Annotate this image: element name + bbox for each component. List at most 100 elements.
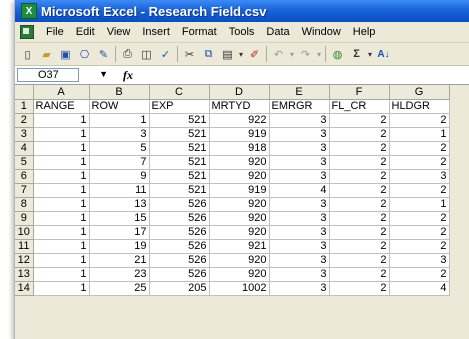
open-icon[interactable]: ▰	[37, 45, 56, 63]
cell[interactable]: 2	[329, 155, 390, 170]
cell[interactable]: ROW	[89, 99, 150, 114]
row-header[interactable]: 2	[15, 113, 34, 128]
cell[interactable]: 3	[269, 155, 330, 170]
cell[interactable]: 1	[33, 239, 90, 254]
row-header[interactable]: 13	[15, 267, 34, 282]
cell[interactable]: 521	[149, 183, 210, 198]
cell[interactable]: 19	[89, 239, 150, 254]
cell[interactable]: 7	[89, 155, 150, 170]
column-header-a[interactable]: A	[33, 85, 90, 100]
cell[interactable]: 920	[209, 197, 270, 212]
cell[interactable]: 3	[269, 281, 330, 296]
cell[interactable]: 3	[269, 267, 330, 282]
cell[interactable]: 9	[89, 169, 150, 184]
row-header[interactable]: 12	[15, 253, 34, 268]
cell[interactable]: 521	[149, 141, 210, 156]
row-header[interactable]: 10	[15, 225, 34, 240]
save-icon[interactable]: ▣	[56, 45, 75, 63]
cell[interactable]: 2	[389, 211, 450, 226]
cell[interactable]: 1	[33, 169, 90, 184]
menu-tools[interactable]: Tools	[223, 26, 261, 38]
cell[interactable]: 526	[149, 211, 210, 226]
cell[interactable]: 521	[149, 169, 210, 184]
cell[interactable]: 3	[269, 239, 330, 254]
menu-format[interactable]: Format	[176, 26, 223, 38]
cell[interactable]: 919	[209, 183, 270, 198]
row-header[interactable]: 5	[15, 155, 34, 170]
cell[interactable]: 3	[269, 197, 330, 212]
new-icon[interactable]: ▯	[18, 45, 37, 63]
cell[interactable]: 2	[329, 281, 390, 296]
cell[interactable]: 2	[389, 225, 450, 240]
undo-icon[interactable]: ↶	[269, 45, 288, 63]
cell[interactable]: 922	[209, 113, 270, 128]
cell[interactable]: 205	[149, 281, 210, 296]
cell[interactable]: 521	[149, 127, 210, 142]
autosum-icon[interactable]: Σ	[347, 45, 366, 63]
hyperlink-icon[interactable]: ◍	[328, 45, 347, 63]
cell[interactable]: 920	[209, 169, 270, 184]
cell[interactable]: 3	[269, 211, 330, 226]
cell[interactable]: 3	[269, 141, 330, 156]
cell[interactable]: 2	[329, 113, 390, 128]
row-header[interactable]: 11	[15, 239, 34, 254]
cell[interactable]: 3	[269, 253, 330, 268]
row-header[interactable]: 7	[15, 183, 34, 198]
row-header[interactable]: 8	[15, 197, 34, 212]
cell[interactable]: 13	[89, 197, 150, 212]
cell[interactable]: 3	[389, 253, 450, 268]
menu-data[interactable]: Data	[260, 26, 295, 38]
cell[interactable]: 2	[329, 239, 390, 254]
cell[interactable]: 920	[209, 267, 270, 282]
menu-insert[interactable]: Insert	[136, 26, 176, 38]
paste-icon[interactable]: ▤	[218, 45, 237, 63]
excel-app-icon[interactable]: X	[21, 3, 37, 19]
workbook-icon[interactable]	[20, 25, 34, 39]
menu-file[interactable]: File	[40, 26, 70, 38]
title-bar[interactable]: X Microsoft Excel - Research Field.csv	[15, 0, 469, 22]
print-preview-icon[interactable]: ◫	[137, 45, 156, 63]
cell[interactable]: EMRGR	[269, 99, 330, 114]
cell[interactable]: 1	[33, 225, 90, 240]
cell[interactable]: 1	[33, 267, 90, 282]
cell[interactable]: EXP	[149, 99, 210, 114]
cell[interactable]: 1	[389, 197, 450, 212]
cell[interactable]: 526	[149, 267, 210, 282]
format-painter-icon[interactable]: ✐	[245, 45, 264, 63]
redo-dropdown-icon[interactable]: ▾	[315, 45, 323, 63]
cell[interactable]: 526	[149, 225, 210, 240]
cell[interactable]: 2	[329, 225, 390, 240]
cell[interactable]: 11	[89, 183, 150, 198]
cell[interactable]: 3	[269, 169, 330, 184]
cell[interactable]: 3	[269, 113, 330, 128]
cell[interactable]: 2	[329, 141, 390, 156]
cell[interactable]: 2	[329, 211, 390, 226]
cell[interactable]: 1	[33, 211, 90, 226]
cell[interactable]: 1	[33, 197, 90, 212]
cell[interactable]: 23	[89, 267, 150, 282]
cell[interactable]: 2	[329, 253, 390, 268]
cell[interactable]: 1	[33, 141, 90, 156]
menu-view[interactable]: View	[101, 26, 137, 38]
menu-help[interactable]: Help	[347, 26, 382, 38]
sort-ascending-icon[interactable]: A↓	[374, 45, 393, 63]
cell[interactable]: 920	[209, 155, 270, 170]
spelling-icon[interactable]: ✓	[156, 45, 175, 63]
cell[interactable]: 1002	[209, 281, 270, 296]
row-header[interactable]: 6	[15, 169, 34, 184]
print-icon[interactable]: ⎙	[118, 45, 137, 63]
cell[interactable]: HLDGR	[389, 99, 450, 114]
cell[interactable]: 1	[33, 253, 90, 268]
copy-icon[interactable]: ⧉	[199, 45, 218, 63]
cell[interactable]: 2	[389, 141, 450, 156]
cell[interactable]: 1	[89, 113, 150, 128]
cell[interactable]: 1	[33, 155, 90, 170]
cell[interactable]: 15	[89, 211, 150, 226]
permission-icon[interactable]: ⎔	[75, 45, 94, 63]
cell[interactable]: 521	[149, 155, 210, 170]
cell[interactable]: 5	[89, 141, 150, 156]
cell[interactable]: 1	[33, 127, 90, 142]
autosum-dropdown-icon[interactable]: ▾	[366, 45, 374, 63]
cell[interactable]: 17	[89, 225, 150, 240]
row-header[interactable]: 9	[15, 211, 34, 226]
